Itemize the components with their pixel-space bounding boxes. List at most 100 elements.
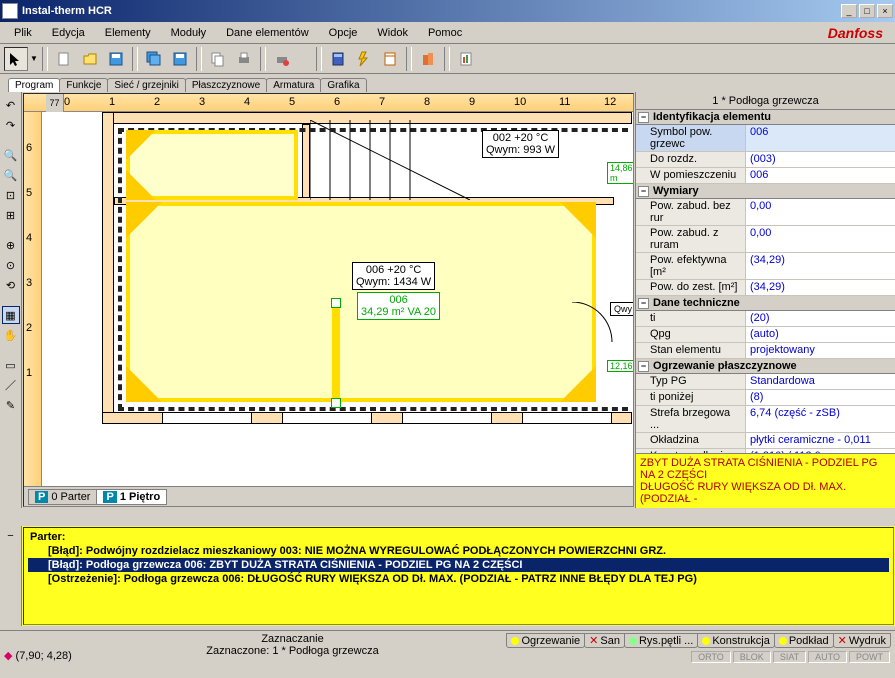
menu-plik[interactable]: Plik (4, 25, 42, 41)
new-icon[interactable] (52, 47, 76, 71)
prop-pef[interactable]: Pow. efektywna [m²(34,29) (636, 253, 895, 280)
print-icon[interactable] (232, 47, 256, 71)
pan-icon[interactable]: ✋ (2, 326, 20, 344)
save-as-icon[interactable] (168, 47, 192, 71)
error-item-selected[interactable]: [Błąd]: Podłoga grzewcza 006: ZBYT DUŻA … (28, 558, 889, 572)
left-toolbar: ↶ ↷ 🔍 🔍 ⊡ ⊞ ⊕ ⊙ ⟲ ▦ ✋ ▭ ／ ✎ (0, 92, 22, 508)
status-coords: (7,90; 4,28) (16, 650, 72, 662)
menu-opcje[interactable]: Opcje (319, 25, 368, 41)
maximize-button[interactable]: □ (859, 4, 875, 18)
calc-icon[interactable] (326, 47, 350, 71)
group-dane[interactable]: −Dane techniczne (636, 296, 895, 311)
zoom-fit-icon[interactable]: ⊞ (2, 206, 20, 224)
vertical-ruler: 6 5 4 3 2 1 (24, 112, 42, 486)
floor-plan-canvas[interactable]: 002 +20 °CQwym: 993 W 14,86 m 006 +20 °C… (42, 112, 633, 486)
building-icon[interactable] (416, 47, 440, 71)
error-list[interactable]: Parter: [Błąd]: Podwójny rozdzielacz mie… (23, 527, 894, 625)
toggle-orto[interactable]: ORTO (691, 651, 731, 663)
close-button[interactable]: × (877, 4, 893, 18)
properties-panel: 1 * Podłoga grzewcza −Identyfikacja elem… (635, 92, 895, 508)
top-tabs: Program Funkcje Sieć / grzejniki Płaszcz… (0, 74, 895, 92)
menu-dane[interactable]: Dane elementów (216, 25, 319, 41)
group-ident[interactable]: −Identyfikacja elementu (636, 110, 895, 125)
area-value-1486: 14,86 m (607, 162, 633, 184)
warning-item[interactable]: [Ostrzeżenie]: Podłoga grzewcza 006: DŁU… (28, 572, 889, 586)
grid-icon[interactable]: ▦ (2, 306, 20, 324)
pointer-tool[interactable] (4, 47, 28, 71)
zoom-window-icon[interactable]: ⊡ (2, 186, 20, 204)
tab-grafika[interactable]: Grafika (320, 78, 366, 92)
layer-tab-rys[interactable]: Rys.pętli ... (624, 633, 698, 648)
menu-widok[interactable]: Widok (367, 25, 418, 41)
prop-wpom[interactable]: W pomieszczeniu006 (636, 168, 895, 184)
tab-plaszczyznowe[interactable]: Płaszczyznowe (185, 78, 267, 92)
prop-pdz[interactable]: Pow. do zest. [m²](34,29) (636, 280, 895, 296)
layer-tab-san[interactable]: ✕San (584, 633, 625, 648)
app-icon (2, 3, 18, 19)
properties-title: 1 * Podłoga grzewcza (636, 92, 895, 110)
floor-tab-0[interactable]: P0 Parter (28, 489, 97, 505)
tab-armatura[interactable]: Armatura (266, 78, 321, 92)
room-label-006: 006 +20 °CQwym: 1434 W (352, 262, 435, 290)
error-item[interactable]: [Błąd]: Podwójny rozdzielacz mieszkaniow… (28, 544, 889, 558)
tab-funkcje[interactable]: Funkcje (59, 78, 108, 92)
prop-typ[interactable]: Typ PGStandardowa (636, 374, 895, 390)
zoom-sel-icon[interactable]: ⊙ (2, 256, 20, 274)
menu-edycja[interactable]: Edycja (42, 25, 95, 41)
layer-tab-ogrzewanie[interactable]: Ogrzewanie (506, 633, 585, 648)
menu-bar: Plik Edycja Elementy Moduły Dane element… (0, 22, 895, 44)
save-icon[interactable] (104, 47, 128, 71)
layer-tab-konstr[interactable]: Konstrukcja (697, 633, 774, 648)
prop-qpg[interactable]: Qpg(auto) (636, 327, 895, 343)
error-panel: − Parter: [Błąd]: Podwójny rozdzielacz m… (0, 526, 895, 626)
toggle-blok[interactable]: BLOK (733, 651, 771, 663)
tab-program[interactable]: Program (8, 78, 60, 92)
status-bar: ◆ (7,90; 4,28) Zaznaczanie Zaznaczone: 1… (0, 630, 895, 678)
select-rect-icon[interactable]: ▭ (2, 356, 20, 374)
status-selection: Zaznaczone: 1 * Podłoga grzewcza (114, 645, 471, 657)
layer-tab-wydruk[interactable]: ✕Wydruk (833, 633, 891, 648)
pen-icon[interactable]: ✎ (2, 396, 20, 414)
report-icon[interactable] (454, 47, 478, 71)
prop-tip[interactable]: ti poniżej(8) (636, 390, 895, 406)
menu-moduly[interactable]: Moduły (161, 25, 216, 41)
zoom-prev-icon[interactable]: ⟲ (2, 276, 20, 294)
prop-sb[interactable]: Strefa brzegowa ...6,74 (część - zSB) (636, 406, 895, 433)
prop-pzzr[interactable]: Pow. zabud. z ruram0,00 (636, 226, 895, 253)
floor-tab-1[interactable]: P1 Piętro (96, 489, 167, 505)
prop-dorozdz[interactable]: Do rozdz.(003) (636, 152, 895, 168)
zoom-in-icon[interactable]: 🔍 (2, 146, 20, 164)
error-heading: Parter: (28, 530, 889, 544)
brand-logo: Danfoss (818, 23, 891, 43)
drawing-area: 77 0 1 2 3 4 5 6 7 8 9 10 11 12 6 5 4 3 … (23, 93, 634, 507)
prop-pzbr[interactable]: Pow. zabud. bez rur0,00 (636, 199, 895, 226)
prop-symbol[interactable]: Symbol pow. grzewc006 (636, 125, 895, 152)
tab-siec[interactable]: Sieć / grzejniki (107, 78, 185, 92)
minimize-button[interactable]: _ (841, 4, 857, 18)
room-label-002: 002 +20 °CQwym: 993 W (482, 130, 559, 158)
prop-okl[interactable]: Okładzinapłytki ceramiczne - 0,011 (636, 433, 895, 449)
group-ogrz[interactable]: −Ogrzewanie płaszczyznowe (636, 359, 895, 374)
print-setup-icon[interactable] (270, 47, 294, 71)
status-mode: Zaznaczanie (114, 633, 471, 645)
zone-label-006: 00634,29 m² VA 20 (357, 292, 440, 320)
sheet-icon[interactable] (378, 47, 402, 71)
layer-tab-podklad[interactable]: Podkład (774, 633, 834, 648)
prop-stan[interactable]: Stan elementuprojektowany (636, 343, 895, 359)
save-all-icon[interactable] (142, 47, 166, 71)
bolt-icon[interactable] (352, 47, 376, 71)
menu-elementy[interactable]: Elementy (95, 25, 161, 41)
copy-icon[interactable] (206, 47, 230, 71)
redo-icon[interactable]: ↷ (2, 116, 20, 134)
toggle-siat[interactable]: SIAT (773, 651, 806, 663)
prop-ti[interactable]: ti(20) (636, 311, 895, 327)
open-icon[interactable] (78, 47, 102, 71)
select-line-icon[interactable]: ／ (2, 376, 20, 394)
zoom-out-icon[interactable]: 🔍 (2, 166, 20, 184)
toggle-auto[interactable]: AUTO (808, 651, 847, 663)
menu-pomoc[interactable]: Pomoc (418, 25, 472, 41)
group-wymiary[interactable]: −Wymiary (636, 184, 895, 199)
toggle-powt[interactable]: POWT (849, 651, 890, 663)
zoom-all-icon[interactable]: ⊕ (2, 236, 20, 254)
undo-icon[interactable]: ↶ (2, 96, 20, 114)
